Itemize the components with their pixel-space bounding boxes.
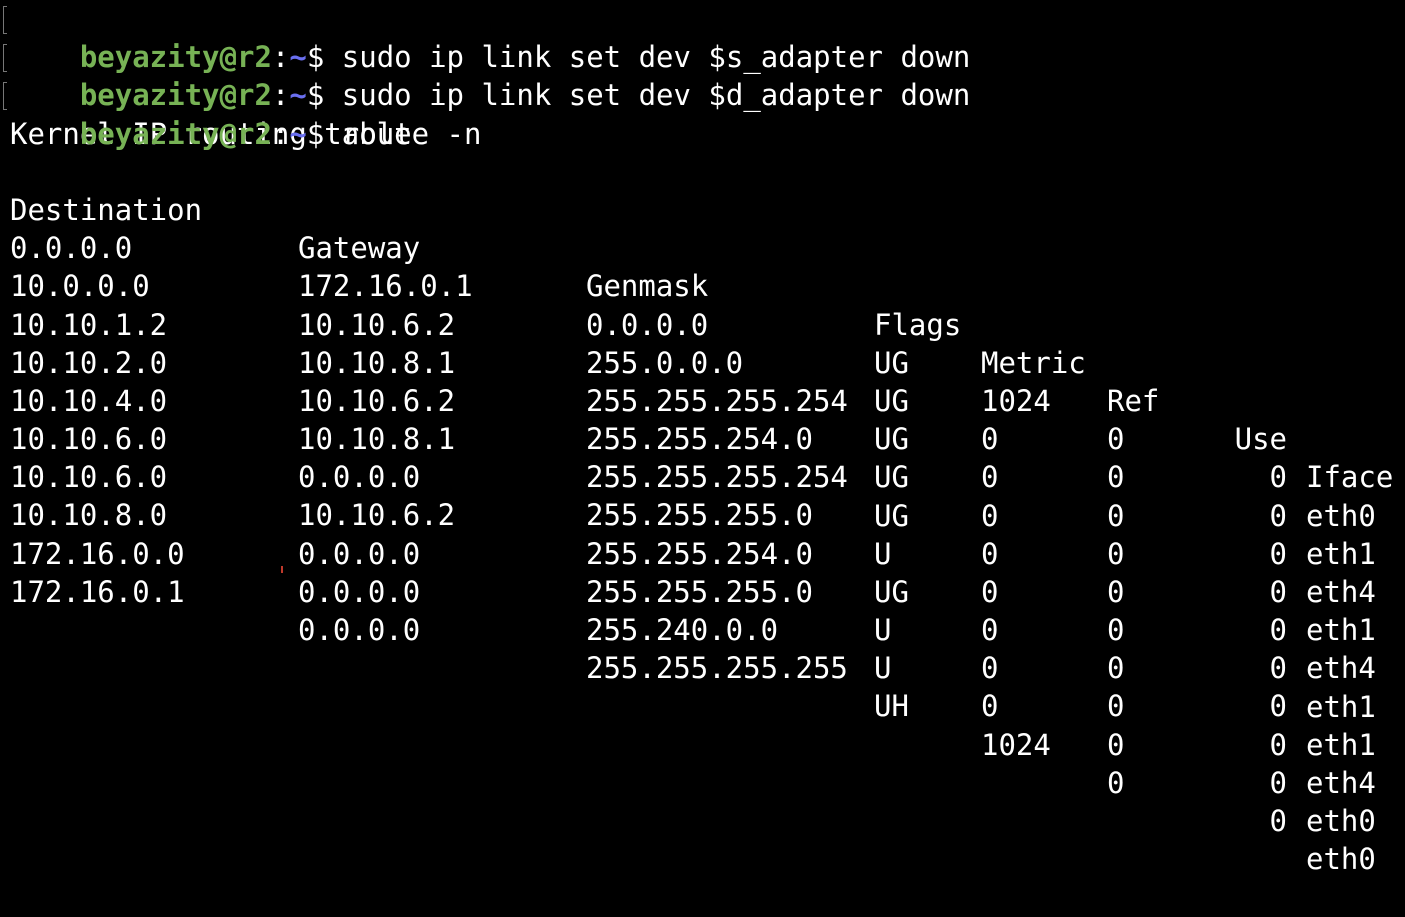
cell-use: 0	[1269, 651, 1287, 686]
cell-metric: 0	[981, 689, 999, 724]
cell-iface: eth0	[1306, 842, 1376, 877]
cell-genmask: 255.240.0.0	[586, 613, 779, 648]
cell-iface: eth4	[1306, 765, 1376, 800]
line-marker-icon	[3, 6, 7, 34]
table-row: 172.16.0.0 0.0.0.0 255.240.0.0 U 0 0 0 e…	[10, 496, 1400, 838]
cell-iface: eth1	[1306, 727, 1376, 762]
cell-ref: 0	[1107, 574, 1125, 609]
cell-gateway: 0.0.0.0	[298, 574, 421, 609]
cell-iface: eth0	[1306, 804, 1376, 839]
text-cursor-icon	[281, 566, 283, 573]
cell-metric: 1024	[981, 727, 1051, 762]
cell-use: 0	[1269, 765, 1287, 800]
cell-ref: 0	[1107, 689, 1125, 724]
table-row: 10.10.6.0 0.0.0.0 255.255.255.0 U 0 0 0 …	[10, 382, 1400, 723]
table-row: 10.10.6.0 10.10.6.2 255.255.254.0 UG 0 0…	[10, 420, 1400, 761]
command-line-2: beyazity@r2:~$ sudo ip link set dev $d_a…	[3, 38, 1400, 112]
terminal-window[interactable]: beyazity@r2:~$ sudo ip link set dev $s_a…	[3, 0, 1400, 876]
table-row: 10.0.0.0 10.10.6.2 255.0.0.0 UG 0 0 0 et…	[10, 229, 1400, 570]
cell-use: 0	[1269, 727, 1287, 762]
line-marker-icon	[3, 44, 7, 73]
cell-genmask: 255.255.255.255	[586, 651, 848, 686]
cell-use: 0	[1269, 689, 1287, 724]
cell-iface: eth1	[1306, 689, 1376, 724]
cell-ref: 0	[1107, 613, 1125, 648]
cell-ref: 0	[1107, 651, 1125, 686]
table-row: 172.16.0.1 0.0.0.0 255.255.255.255 UH 10…	[10, 535, 1400, 876]
cell-use: 0	[1269, 574, 1287, 609]
command-line-1: beyazity@r2:~$ sudo ip link set dev $s_a…	[3, 0, 1400, 74]
table-row: 0.0.0.0 172.16.0.1 0.0.0.0 UG 1024 0 0 e…	[10, 191, 1400, 532]
table-row: 10.10.8.0 0.0.0.0 255.255.255.0 U 0 0 0 …	[10, 458, 1400, 799]
cell-iface: eth4	[1306, 574, 1376, 609]
cell-gateway: 0.0.0.0	[298, 613, 421, 648]
prompt-colon: :	[271, 116, 290, 151]
cell-ref: 0	[1107, 765, 1125, 800]
cell-ref: 0	[1107, 727, 1125, 762]
prompt-path: ~	[289, 116, 307, 151]
cell-iface: eth1	[1306, 613, 1376, 648]
cell-flags: UG	[874, 574, 909, 609]
table-row: 10.10.2.0 10.10.6.2 255.255.254.0 UG 0 0…	[10, 306, 1400, 647]
cell-iface: eth4	[1306, 651, 1376, 686]
cell-flags: UH	[874, 689, 909, 724]
cell-use: 0	[1269, 613, 1287, 648]
table-row: 10.10.1.2 10.10.8.1 255.255.255.254 UG 0…	[10, 267, 1400, 609]
line-marker-icon	[3, 82, 7, 111]
cell-flags: U	[874, 613, 892, 648]
table-row: 10.10.4.0 10.10.8.1 255.255.255.254 UG 0…	[10, 344, 1400, 685]
cell-flags: U	[874, 651, 892, 686]
cell-genmask: 255.255.255.0	[586, 574, 813, 609]
routing-table-header: Destination Gateway Genmask Flags Metric…	[10, 153, 1400, 494]
cell-metric: 0	[981, 613, 999, 648]
cell-metric: 0	[981, 574, 999, 609]
prompt-user-host: beyazity@r2	[79, 116, 272, 151]
command-text: route -n	[324, 116, 482, 151]
command-line-3: beyazity@r2:~$ route -n	[3, 76, 1400, 151]
cell-metric: 0	[981, 651, 999, 686]
cell-use: 0	[1269, 804, 1287, 839]
prompt-symbol: $	[306, 116, 325, 151]
cell-destination: 172.16.0.1	[10, 574, 185, 609]
